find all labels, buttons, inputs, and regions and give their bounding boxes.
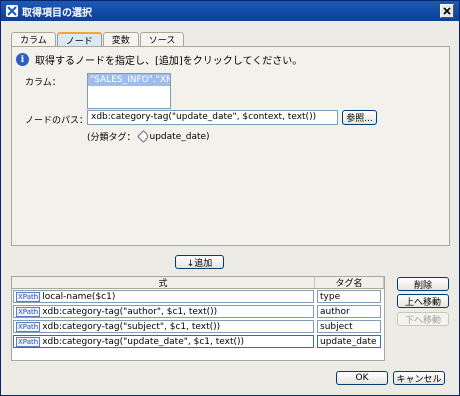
expression-cell[interactable]: XPath xdb:category-tag("subject", $c1, t… — [13, 320, 314, 333]
tag-cell[interactable]: subject — [317, 320, 381, 333]
column-label: カラム： — [25, 78, 61, 88]
expression-cell[interactable]: XPath local-name($c1) — [13, 290, 314, 303]
tab-column[interactable]: カラム — [11, 32, 56, 46]
tab-label: カラム — [20, 36, 47, 46]
tag-cell[interactable]: type — [317, 290, 381, 303]
window-title: 取得項目の選択 — [22, 7, 92, 19]
header-expression[interactable]: 式 — [12, 277, 315, 289]
tab-label: ノード — [65, 36, 93, 47]
move-up-button[interactable]: 上へ移動 — [397, 294, 449, 308]
tag-cell[interactable]: update_date — [317, 335, 381, 348]
tag-prefix: (分類タグ： — [87, 133, 136, 143]
table-row[interactable]: XPath xdb:category-tag("author", $c1, te… — [12, 305, 384, 319]
expression-cell[interactable]: XPath xdb:category-tag("author", $c1, te… — [13, 305, 314, 318]
node-panel: i 取得するノードを指定し、[追加]をクリックしてください。 カラム： "SAL… — [11, 46, 450, 246]
expression-text: xdb:category-tag("subject", $c1, text()) — [42, 321, 221, 332]
table-row[interactable]: XPath xdb:category-tag("update_date", $c… — [12, 335, 384, 349]
instruction-row: i 取得するノードを指定し、[追加]をクリックしてください。 — [16, 52, 302, 67]
xpath-badge: XPath — [16, 306, 41, 317]
cancel-button[interactable]: キャンセル — [393, 371, 445, 385]
tag-cell[interactable]: author — [317, 305, 381, 318]
app-icon — [6, 5, 18, 17]
close-button[interactable] — [440, 4, 454, 18]
expression-text: local-name($c1) — [42, 291, 116, 302]
tab-label: ソース — [148, 36, 176, 46]
category-tag-line: (分類タグ： update_date ) — [87, 130, 210, 143]
ok-button[interactable]: OK — [336, 371, 388, 385]
instruction-text: 取得するノードを指定し、[追加]をクリックしてください。 — [35, 56, 303, 67]
xpath-badge: XPath — [16, 321, 41, 332]
tag-icon — [136, 130, 150, 143]
move-down-button[interactable]: 下へ移動 — [397, 312, 449, 326]
browse-button[interactable]: 参照... — [342, 110, 377, 125]
table-row[interactable]: XPath xdb:category-tag("subject", $c1, t… — [12, 320, 384, 334]
add-button[interactable]: ↓追加 — [175, 255, 224, 269]
expression-cell[interactable]: XPath xdb:category-tag("update_date", $c… — [13, 335, 314, 348]
column-list[interactable]: "SALES_INFO"."XML" — [87, 73, 171, 109]
header-tag-name[interactable]: タグ名 — [315, 277, 384, 289]
tab-source[interactable]: ソース — [139, 32, 185, 46]
close-icon — [443, 7, 451, 15]
table-row[interactable]: XPath local-name($c1) type — [12, 290, 384, 304]
column-list-item[interactable]: "SALES_INFO"."XML" — [88, 74, 170, 86]
tab-strip: カラム ノード 変数 ソース — [11, 32, 185, 47]
node-path-input[interactable]: xdb:category-tag("update_date", $context… — [87, 110, 338, 125]
dialog-window: 取得項目の選択 カラム ノード 変数 ソース i 取得するノードを指定し、[追加… — [0, 0, 460, 396]
tag-name: update_date — [149, 131, 207, 142]
delete-button[interactable]: 削除 — [397, 277, 449, 291]
expression-table: 式 タグ名 XPath local-name($c1) type XPath x… — [11, 276, 385, 361]
expression-text: xdb:category-tag("update_date", $c1, tex… — [42, 336, 245, 347]
expression-text: xdb:category-tag("author", $c1, text()) — [42, 306, 218, 317]
path-label: ノードのパス： — [25, 116, 89, 126]
tag-suffix: ) — [206, 131, 210, 142]
title-bar[interactable]: 取得項目の選択 — [1, 1, 459, 21]
xpath-badge: XPath — [16, 336, 41, 347]
xpath-badge: XPath — [16, 291, 41, 302]
tab-variable[interactable]: 変数 — [102, 32, 139, 46]
table-header: 式 タグ名 — [12, 277, 384, 289]
tab-label: 変数 — [111, 36, 130, 46]
info-icon: i — [16, 53, 29, 66]
tab-node[interactable]: ノード — [56, 32, 102, 47]
